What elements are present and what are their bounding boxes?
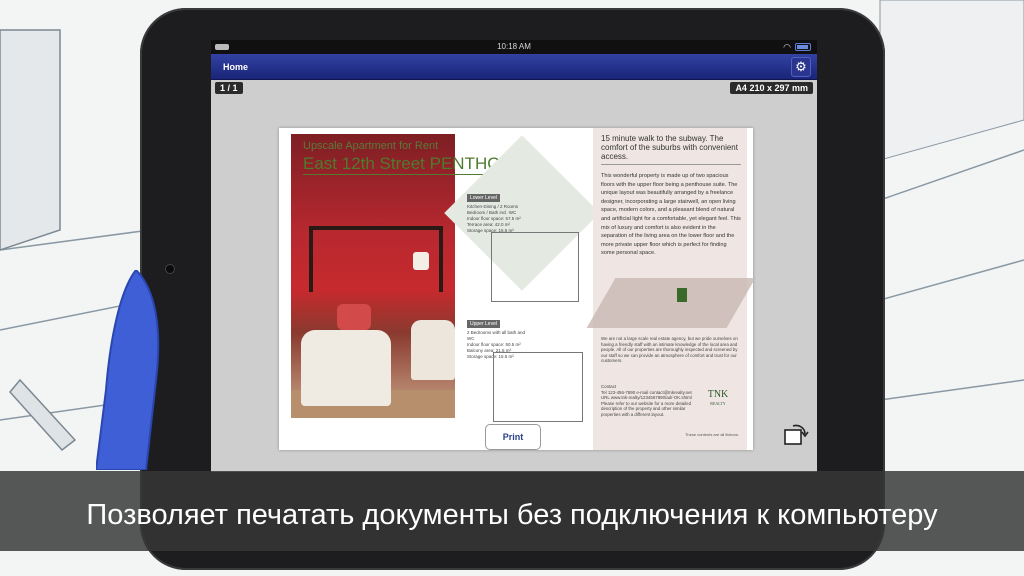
upper-level-label: Upper Level xyxy=(467,320,500,328)
paper-size-badge: A4 210 x 297 mm xyxy=(730,82,813,94)
page-indicator: 1 / 1 xyxy=(215,82,243,94)
tablet-camera xyxy=(165,264,175,274)
agency-text: We are not a large scale real estate age… xyxy=(601,336,738,364)
doc-kicker: Upscale Apartment for Rent xyxy=(303,140,439,152)
map-marker-icon xyxy=(677,288,687,302)
doc-right-heading: 15 minute walk to the subway. The comfor… xyxy=(601,134,741,165)
rotate-icon[interactable] xyxy=(781,420,809,448)
video-subtitle: Позволяет печатать документы без подключ… xyxy=(86,499,938,531)
doc-right-body: This wonderful property is made up of tw… xyxy=(601,173,741,257)
home-button[interactable]: Home xyxy=(219,59,252,75)
lower-floor-plan xyxy=(491,232,579,302)
document-preview[interactable]: Upscale Apartment for Rent East 12th Str… xyxy=(279,128,756,450)
bottom-toolbar: Print xyxy=(211,424,817,472)
area-map xyxy=(586,278,756,328)
lower-level-details: Kitchen-Dining / 2 Rooms Bedroom / Bath … xyxy=(467,204,521,233)
doc-right-column: 15 minute walk to the subway. The comfor… xyxy=(586,128,756,450)
bedroom-photo xyxy=(291,134,455,418)
hand-illustration xyxy=(96,270,160,470)
print-button[interactable]: Print xyxy=(485,424,541,450)
tnk-logo: TNK REALTY xyxy=(701,390,735,408)
status-time: 10:18 AM xyxy=(497,42,531,51)
gear-icon: ⚙ xyxy=(795,59,807,74)
contact-block: Contact Tel 123-456-7890 e-mail contact@… xyxy=(601,384,697,418)
battery-icon xyxy=(795,43,811,51)
logo-sub: REALTY xyxy=(710,401,726,406)
contact-text: Tel 123-456-7890 e-mail contact@tnkrealt… xyxy=(601,389,692,417)
upper-floor-plan xyxy=(493,352,583,422)
tablet-screen: 10:18 AM ◠ Home ⚙ 1 / 1 A4 210 x 297 mm … xyxy=(211,40,817,472)
wifi-icon: ◠ xyxy=(783,42,791,52)
lower-level-label: Lower Level xyxy=(467,194,500,202)
settings-button[interactable]: ⚙ xyxy=(791,57,811,77)
status-bar: 10:18 AM ◠ xyxy=(211,40,817,54)
nav-bar: Home ⚙ xyxy=(211,54,817,80)
print-preview-area: 1 / 1 A4 210 x 297 mm Upscale Apartment … xyxy=(211,80,817,472)
